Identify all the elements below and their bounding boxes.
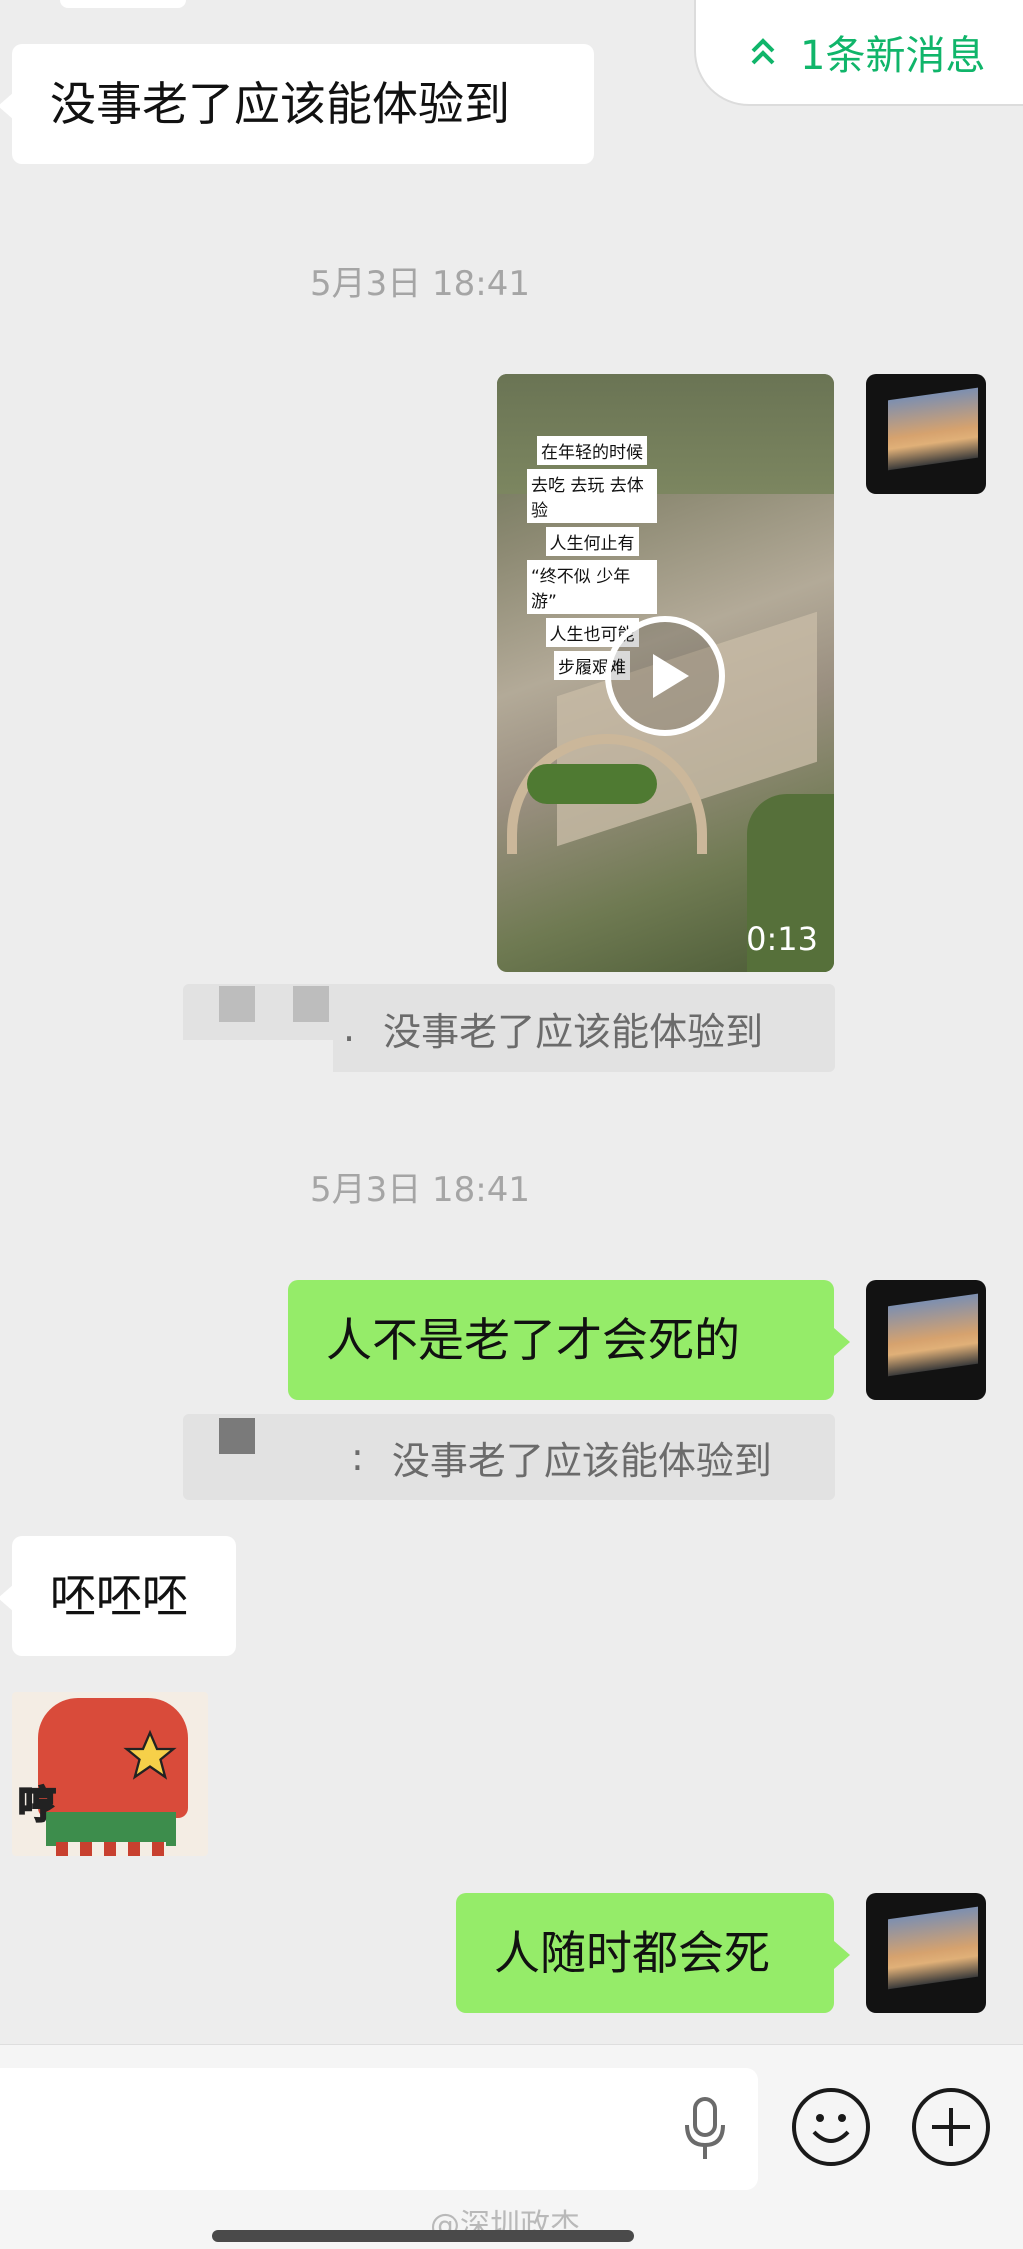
emoji-button[interactable] bbox=[792, 2088, 870, 2166]
quoted-reply[interactable]: : 没事老了应该能体验到 bbox=[183, 1414, 835, 1500]
sticker-legs bbox=[56, 1842, 166, 1856]
message-input[interactable] bbox=[0, 2068, 758, 2190]
home-indicator[interactable] bbox=[212, 2230, 634, 2242]
quote-text: 没事老了应该能体验到 bbox=[383, 1009, 764, 1054]
play-icon bbox=[653, 654, 689, 698]
overlay-line: 去吃 去玩 去体验 bbox=[527, 469, 657, 523]
avatar[interactable] bbox=[866, 1893, 986, 2013]
add-button[interactable] bbox=[912, 2088, 990, 2166]
overlay-line: 人生何止有 bbox=[545, 527, 639, 556]
avatar-photo bbox=[888, 387, 978, 471]
message-text: 人不是老了才会死的 bbox=[326, 1313, 740, 1367]
overlay-line: 在年轻的时候 bbox=[537, 436, 647, 465]
incoming-message[interactable]: 呸呸呸 bbox=[0, 1536, 236, 1656]
quote-separator: : bbox=[351, 1435, 364, 1479]
outgoing-message[interactable]: 人随时都会死 bbox=[456, 1893, 850, 2013]
message-text: 呸呸呸 bbox=[50, 1569, 188, 1623]
avatar[interactable] bbox=[866, 374, 986, 494]
avatar[interactable] bbox=[866, 1280, 986, 1400]
plus-circle-icon bbox=[932, 2108, 970, 2146]
timestamp: 5月3日 18:41 bbox=[309, 264, 531, 304]
overlay-line: “终不似 少年游” bbox=[527, 560, 657, 614]
timestamp: 5月3日 18:41 bbox=[309, 1170, 531, 1210]
quote-text: 没事老了应该能体验到 bbox=[391, 1438, 772, 1483]
quote-overlay bbox=[183, 1040, 333, 1072]
avatar-photo bbox=[888, 1906, 978, 1990]
video-scene-bushes bbox=[527, 764, 657, 804]
outgoing-message[interactable]: 人不是老了才会死的 bbox=[288, 1280, 850, 1400]
quoted-reply[interactable]: . 没事老了应该能体验到 bbox=[183, 984, 835, 1072]
quote-overlay bbox=[183, 1414, 343, 1500]
quote-separator: . bbox=[343, 1006, 356, 1050]
star-icon bbox=[123, 1729, 177, 1780]
sticker-text: 哼 bbox=[17, 1782, 57, 1828]
emoji-icon bbox=[812, 2114, 850, 2143]
previous-bubble-edge bbox=[60, 0, 186, 8]
video-duration: 0:13 bbox=[746, 920, 818, 958]
incoming-message[interactable]: 没事老了应该能体验到 bbox=[0, 44, 594, 164]
video-message[interactable]: 在年轻的时候 去吃 去玩 去体验 人生何止有 “终不似 少年游” 人生也可能 步… bbox=[497, 374, 834, 972]
message-text: 人随时都会死 bbox=[494, 1926, 770, 1980]
microphone-icon[interactable] bbox=[680, 2095, 730, 2165]
new-message-label: 1条新消息 bbox=[800, 33, 986, 79]
blurred-name bbox=[219, 986, 255, 1022]
message-text: 没事老了应该能体验到 bbox=[50, 77, 510, 131]
sticker-shorts bbox=[46, 1812, 176, 1846]
sticker-message[interactable]: 哼 bbox=[12, 1692, 208, 1856]
play-button[interactable] bbox=[605, 616, 725, 736]
blurred-name bbox=[293, 986, 329, 1022]
double-chevron-up-icon bbox=[751, 38, 775, 65]
new-message-pill[interactable]: 1条新消息 bbox=[694, 0, 1023, 106]
avatar-photo bbox=[888, 1293, 978, 1377]
